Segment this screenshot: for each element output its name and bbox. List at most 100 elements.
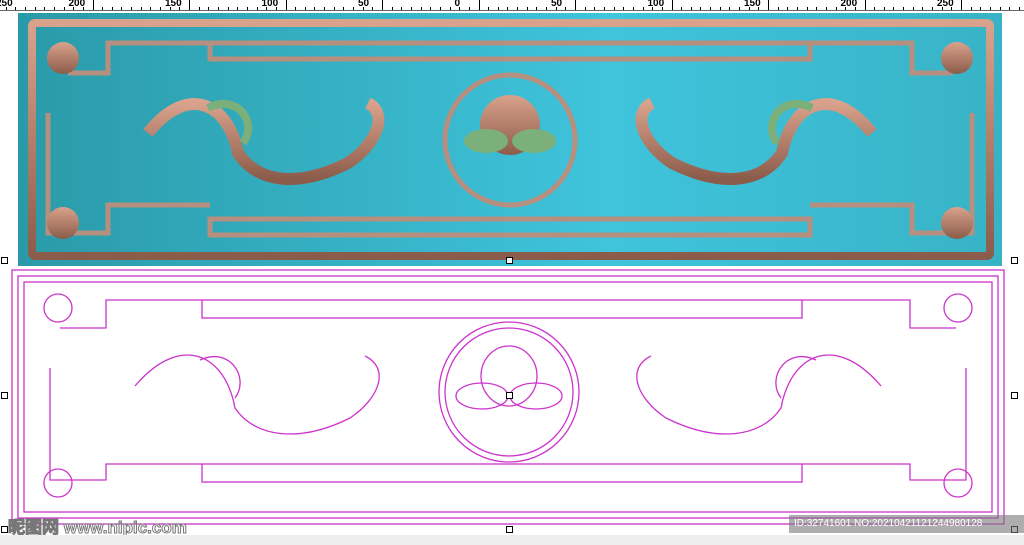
ruler-minor-tick [893,7,895,10]
ruler-minor-tick [237,7,239,10]
resize-handle-middle-left[interactable] [1,392,8,399]
ruler-minor-tick [999,7,1001,10]
ruler-minor-tick [806,7,808,10]
ruler-major-tick [671,0,673,10]
ruler-minor-tick [719,7,721,10]
resize-handle-top-right[interactable] [1011,257,1018,264]
ruler-minor-tick [517,7,519,10]
ruler-minor-tick [623,7,625,10]
ruler-minor-tick [980,7,982,10]
resize-handle-bottom-center[interactable] [506,526,513,533]
ruler-minor-tick [353,7,355,10]
ruler-minor-tick [160,7,162,10]
ruler-minor-tick [989,7,991,10]
resize-handle-middle-right[interactable] [1011,392,1018,399]
ruler-minor-tick [140,7,142,10]
relief-panel [18,13,1002,266]
ruler-minor-tick [1018,7,1020,10]
ruler-minor-tick [24,7,26,10]
ruler-minor-tick [401,7,403,10]
ruler-label: 50 [358,0,370,9]
ruler-minor-tick [256,7,258,10]
ruler-minor-tick [15,7,17,10]
ruler-minor-tick [912,7,914,10]
ruler-minor-tick [410,7,412,10]
horizontal-ruler[interactable]: 25020015010050050100150200250 [0,0,1024,11]
ruler-minor-tick [565,7,567,10]
ruler-label: 50 [551,0,563,9]
ruler-minor-tick [729,7,731,10]
ruler-minor-tick [903,7,905,10]
ruler-minor-tick [391,7,393,10]
ruler-minor-tick [208,7,210,10]
ruler-minor-tick [34,7,36,10]
ruler-minor-tick [63,7,65,10]
resize-handle-center[interactable] [506,392,513,399]
ruler-minor-tick [246,7,248,10]
ruler-minor-tick [439,7,441,10]
ruler-label: 200 [68,0,86,9]
ruler-major-tick [189,0,190,10]
ruler-major-tick [285,0,287,10]
ruler-minor-tick [700,7,702,10]
ruler-minor-tick [690,7,692,10]
ruler-minor-tick [150,7,152,10]
ruler-minor-tick [710,7,712,10]
ruler-major-tick [768,0,769,10]
ruler-label: 100 [647,0,665,9]
ruler-minor-tick [777,7,779,10]
ruler-major-tick [864,0,866,10]
ruler-minor-tick [217,7,219,10]
ruler-minor-tick [5,7,7,10]
ruler-label: 200 [840,0,858,9]
bottom-scroll-area[interactable] [0,535,1024,545]
ruler-minor-tick [372,7,374,10]
watermark-id: ID:32741601 NO:20210421121244980128 [789,515,1024,533]
ruler-minor-tick [816,7,818,10]
ruler-minor-tick [603,7,605,10]
ruler-minor-tick [970,7,972,10]
ruler-minor-tick [594,7,596,10]
ruler-label: 250 [937,0,954,9]
resize-handle-bottom-left[interactable] [1,526,8,533]
ruler-minor-tick [796,7,798,10]
ruler-minor-tick [488,7,490,10]
ruler-minor-tick [787,7,789,10]
ruler-minor-tick [536,7,538,10]
ruler-minor-tick [739,7,741,10]
ruler-minor-tick [874,7,876,10]
ruler-minor-tick [111,7,113,10]
ruler-minor-tick [642,7,644,10]
ruler-minor-tick [546,7,548,10]
ruler-label: 150 [744,0,761,9]
ruler-major-tick [92,0,94,10]
ruler-minor-tick [825,7,827,10]
ruler-minor-tick [343,7,345,10]
ruler-minor-tick [121,7,123,10]
ruler-minor-tick [198,7,200,10]
ruler-minor-tick [314,7,316,10]
ruler-minor-tick [584,7,586,10]
ruler-minor-tick [632,7,634,10]
ruler-major-tick [382,0,383,10]
resize-handle-top-center[interactable] [506,257,513,264]
ruler-label: 100 [261,0,279,9]
ruler-minor-tick [835,7,837,10]
ruler-label: 0 [454,0,461,9]
ruler-minor-tick [497,7,499,10]
ruler-minor-tick [102,7,104,10]
resize-handle-top-left[interactable] [1,257,8,264]
ruler-minor-tick [526,7,528,10]
ruler-minor-tick [304,7,306,10]
ruler-minor-tick [430,7,432,10]
ruler-major-tick [478,0,480,10]
ruler-minor-tick [507,7,509,10]
ruler-minor-tick [468,7,470,10]
ruler-minor-tick [53,7,55,10]
ruler-minor-tick [1009,7,1011,10]
ruler-minor-tick [932,7,934,10]
ruler-minor-tick [227,7,229,10]
ruler-minor-tick [883,7,885,10]
ruler-minor-tick [922,7,924,10]
ruler-minor-tick [44,7,46,10]
